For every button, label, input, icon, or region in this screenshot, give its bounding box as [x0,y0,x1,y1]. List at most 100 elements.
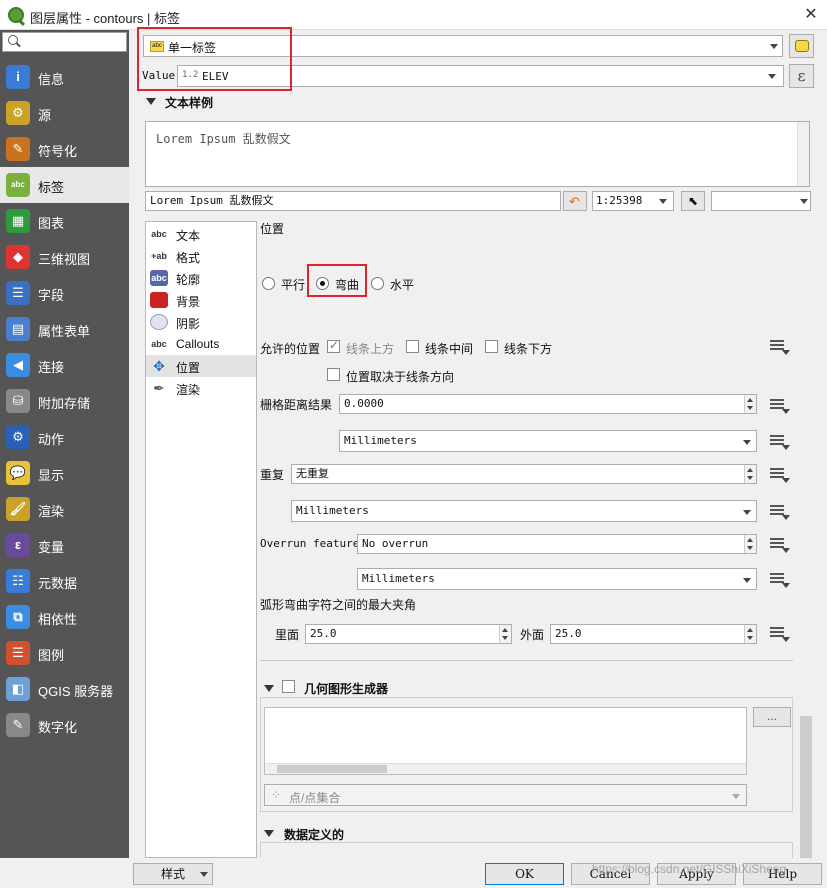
label-settings-icon [795,40,809,52]
below-line-label: 线条下方 [504,342,553,356]
override-icon-bar [770,577,784,579]
sidebar-item-0[interactable]: i 信息 [0,59,129,95]
sidebar-item-18[interactable]: ✎ 数字化 [0,707,129,743]
scale-value: 1:25398 [596,194,643,207]
sidebar-item-11[interactable]: 💬 显示 [0,455,129,491]
label-nav-item-2[interactable]: abc 轮廓 [146,267,256,289]
sidebar-item-12[interactable]: 🖌 渲染 [0,491,129,527]
overrun-input[interactable]: No overrun [357,534,757,554]
radio-horizontal[interactable] [371,277,384,290]
radio-parallel-label: 平行 [281,278,306,292]
search-icon [8,35,18,45]
scrollbar-thumb[interactable] [277,765,387,773]
expression-editor[interactable] [264,707,747,775]
expression-button[interactable]: ε [789,64,814,88]
collapse-icon[interactable] [264,830,274,837]
sidebar-item-5[interactable]: ◆ 三维视图 [0,239,129,275]
background-color-combo[interactable] [711,191,811,211]
spin-arrows[interactable] [744,625,756,643]
sidebar-item-17[interactable]: ◧ QGIS 服务器 [0,671,129,707]
settings-scrollbar[interactable] [800,240,812,858]
spin-arrows[interactable] [744,465,756,483]
dependencies-icon: ⧉ [6,605,30,629]
collapse-icon[interactable] [146,98,156,105]
fields-icon: ☰ [6,281,30,305]
sidebar-item-8[interactable]: ◀ 连接 [0,347,129,383]
spin-arrows[interactable] [744,395,756,413]
chevron-down-icon [782,637,790,642]
sidebar-item-6[interactable]: ☰ 字段 [0,275,129,311]
repeat-value: 无重复 [296,468,329,480]
geometry-type-combo[interactable]: ⁘ 点/点集合 [264,784,747,806]
label-nav-item-1[interactable]: +ab 格式 [146,245,256,267]
sidebar-item-14[interactable]: ☷ 元数据 [0,563,129,599]
ok-button[interactable]: OK [485,863,564,885]
sidebar-item-15[interactable]: ⧉ 相依性 [0,599,129,635]
highlight-box [307,264,367,297]
sidebar-item-10[interactable]: ⚙ 动作 [0,419,129,455]
data-defined-override-button[interactable] [768,465,790,483]
label-nav-item-0[interactable]: abc 文本 [146,223,256,245]
horizontal-scrollbar[interactable] [265,763,746,774]
checkbox-geometry-generator[interactable] [282,680,295,693]
checkbox-on-line[interactable] [406,340,419,353]
radio-parallel[interactable] [262,277,275,290]
pick-scale-button[interactable]: ⬉ [681,191,705,211]
data-defined-override-button[interactable] [768,502,790,520]
inside-angle-input[interactable]: 25.0 [305,624,512,644]
sidebar-search-input[interactable] [2,32,127,52]
sidebar-item-3[interactable]: abc 标签 [0,167,129,203]
outside-angle-input[interactable]: 25.0 [550,624,757,644]
spin-arrows[interactable] [499,625,511,643]
sidebar-item-label: 符号化 [38,144,78,159]
sample-text-input[interactable]: Lorem Ipsum 乱数假文 [145,191,561,211]
scrollbar-thumb[interactable] [800,716,812,858]
repeat-unit-combo[interactable]: Millimeters [291,500,757,522]
data-defined-override-button[interactable] [768,337,790,355]
style-button[interactable]: 样式 [133,863,213,885]
sidebar-item-13[interactable]: ε 变量 [0,527,129,563]
distance-value: 0.0000 [344,397,384,410]
sidebar-item-label: 字段 [38,288,65,303]
label-nav-item-7[interactable]: ✒ 渲染 [146,377,256,399]
checkbox-above-line[interactable] [327,338,340,353]
distance-unit-combo[interactable]: Millimeters [339,430,757,452]
data-defined-override-button[interactable] [768,624,790,642]
checkbox-line-orientation[interactable] [327,368,340,381]
sidebar-item-1[interactable]: ⚙ 源 [0,95,129,131]
scale-combo[interactable]: 1:25398 [592,191,674,211]
sidebar-item-9[interactable]: ⛁ 附加存储 [0,383,129,419]
label-nav-item-5[interactable]: abc Callouts [146,333,256,355]
data-defined-override-button[interactable] [768,535,790,553]
spin-arrows[interactable] [744,535,756,553]
sidebar-item-label: 源 [38,108,52,123]
overrun-unit-combo[interactable]: Millimeters [357,568,757,590]
label-nav-item-3[interactable]: 背景 [146,289,256,311]
collapse-icon[interactable] [264,685,274,692]
preview-text: Lorem Ipsum 乱数假文 [156,132,291,146]
distance-input[interactable]: 0.0000 [339,394,757,414]
chevron-down-icon [743,440,751,445]
auto-placement-button[interactable] [789,34,814,58]
reset-sample-button[interactable]: ↶ [563,191,587,211]
sidebar-item-label: 动作 [38,432,65,447]
outside-angle-value: 25.0 [555,627,582,640]
preview-scrollbar[interactable] [797,122,809,186]
override-icon-bar [770,627,784,629]
override-icon-bar [770,340,784,342]
close-icon[interactable]: ✕ [800,4,822,24]
sidebar-item-7[interactable]: ▤ 属性表单 [0,311,129,347]
label-nav-item-4[interactable]: 阴影 [146,311,256,333]
sidebar-item-label: 变量 [38,540,65,555]
expression-builder-button[interactable]: ... [753,707,791,727]
data-defined-override-button[interactable] [768,432,790,450]
checkbox-below-line[interactable] [485,340,498,353]
attributes-form-icon: ▤ [6,317,30,341]
data-defined-override-button[interactable] [768,396,790,414]
data-defined-override-button[interactable] [768,570,790,588]
sidebar-item-16[interactable]: ☰ 图例 [0,635,129,671]
repeat-input[interactable]: 无重复 [291,464,757,484]
sidebar-item-2[interactable]: ✎ 符号化 [0,131,129,167]
label-nav-item-6[interactable]: ✥ 位置 [146,355,256,377]
sidebar-item-4[interactable]: ▦ 图表 [0,203,129,239]
